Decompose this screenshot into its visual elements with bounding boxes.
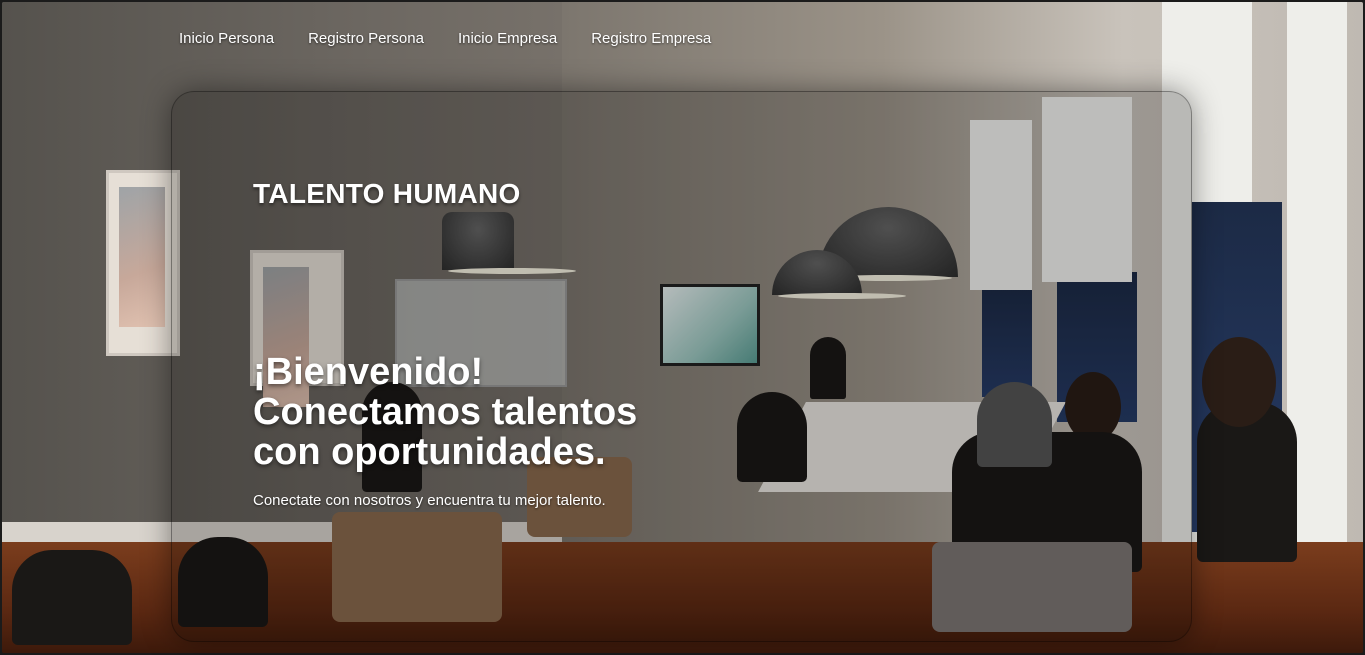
nav-inicio-persona[interactable]: Inicio Persona [179,30,274,48]
top-navbar: Inicio Persona Registro Persona Inicio E… [179,30,745,48]
nav-registro-persona[interactable]: Registro Persona [308,30,424,48]
hero-tagline: Conectate con nosotros y encuentra tu me… [253,492,606,509]
headline-line-1: ¡Bienvenido! [253,351,484,393]
headline-line-3: con oportunidades. [253,431,606,473]
nav-inicio-empresa[interactable]: Inicio Empresa [458,30,557,48]
headline-line-2: Conectamos talentos [253,391,638,433]
backpack [12,550,132,645]
nav-registro-empresa[interactable]: Registro Empresa [591,30,711,48]
hero-headline: ¡Bienvenido! Conectamos talentos con opo… [253,352,637,472]
attendee-head [1202,337,1276,427]
attendee [1197,402,1297,562]
brand-title: TALENTO HUMANO [253,178,521,209]
wall-painting [106,170,180,356]
